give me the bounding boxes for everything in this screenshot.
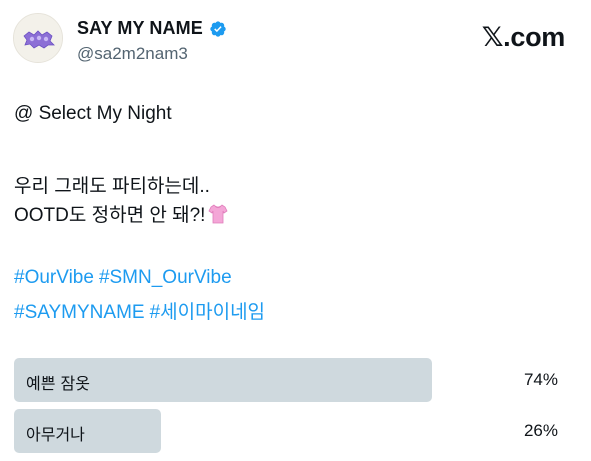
x-logo-icon: 𝕏: [481, 22, 504, 53]
avatar[interactable]: [13, 13, 63, 63]
poll-option-percent: 26%: [523, 421, 558, 440]
poll-option[interactable]: 예쁜 잠옷 74%: [14, 358, 578, 402]
avatar-logo-icon: [14, 14, 62, 62]
brand-suffix: .com: [503, 22, 565, 52]
shirt-icon: [208, 204, 228, 224]
hashtag-link[interactable]: #SAYMYNAME: [14, 302, 145, 323]
tweet-line-1: @ Select My Night: [14, 103, 172, 124]
display-name[interactable]: SAY MY NAME: [77, 18, 203, 39]
tweet-line-2: 우리 그래도 파티하는데..: [14, 176, 210, 197]
tweet-line-3-row: OOTD도 정하면 안 돼?!: [14, 200, 228, 227]
handle[interactable]: @sa2m2nam3: [77, 44, 188, 64]
hashtag-link[interactable]: #SMN_OurVibe: [99, 267, 232, 288]
hashtag-link[interactable]: #세이마이네임: [150, 302, 265, 323]
poll-option-label: 아무거나: [26, 425, 85, 444]
hashtags-row-2: #SAYMYNAME #세이마이네임: [14, 297, 270, 324]
tweet-line-3: OOTD도 정하면 안 돼?!: [14, 205, 206, 226]
poll-option[interactable]: 아무거나 26%: [14, 409, 578, 453]
poll-option-label: 예쁜 잠옷: [26, 374, 90, 393]
author-name-row: SAY MY NAME: [77, 18, 227, 39]
verified-badge-icon: [210, 20, 226, 37]
poll-option-percent: 74%: [523, 370, 558, 389]
hashtag-link[interactable]: #OurVibe: [14, 267, 94, 288]
hashtags-row-1: #OurVibe #SMN_OurVibe: [14, 267, 237, 289]
x-brand-logo: 𝕏.com: [481, 22, 566, 53]
